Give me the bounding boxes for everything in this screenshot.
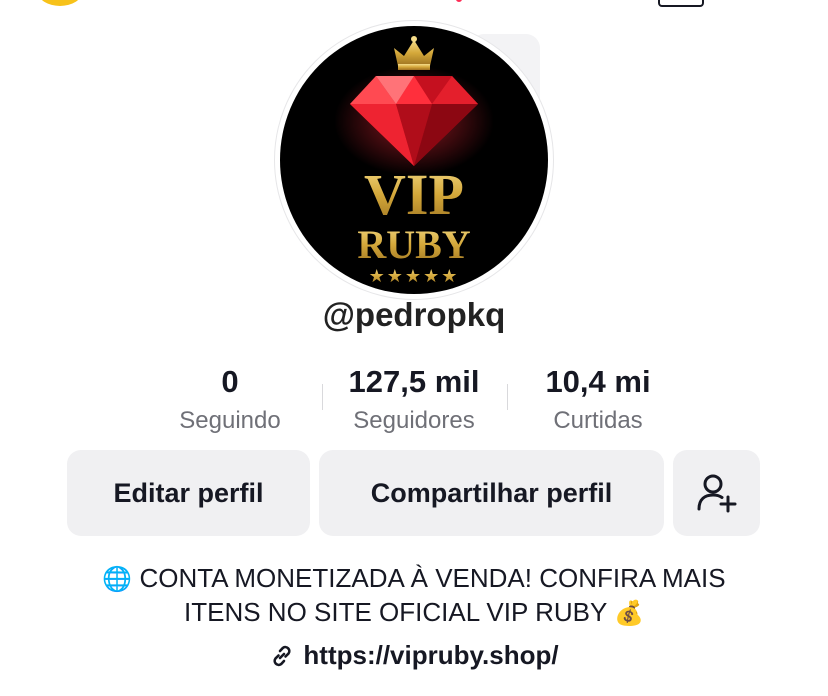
edit-profile-button[interactable]: Editar perfil (67, 450, 310, 536)
stat-followers-value: 127,5 mil (348, 364, 480, 399)
add-friend-button[interactable] (673, 450, 760, 536)
add-friend-icon (697, 474, 736, 513)
stat-following[interactable]: 0 Seguindo (150, 364, 310, 436)
stat-following-value: 0 (221, 364, 239, 399)
top-bar-partial-icon[interactable] (658, 0, 704, 7)
status-partial-badge (38, 0, 82, 6)
stat-likes-label: Curtidas (553, 407, 643, 434)
stat-divider (507, 384, 508, 410)
bio-line-2: ITENS NO SITE OFICIAL VIP RUBY 💰 (60, 596, 768, 630)
avatar[interactable]: VIP RUBY ★★★★★ (274, 20, 554, 300)
stat-following-label: Seguindo (179, 407, 281, 434)
crown-icon (394, 36, 434, 70)
stat-likes-value: 10,4 mi (545, 364, 651, 399)
stat-likes[interactable]: 10,4 mi Curtidas (520, 364, 676, 436)
vip-ruby-logo: VIP RUBY ★★★★★ (334, 36, 494, 287)
bio-line-1: 🌐 CONTA MONETIZADA À VENDA! CONFIRA MAIS (60, 562, 768, 596)
globe-icon: 🌐 (102, 566, 133, 593)
username: @pedropkq (322, 296, 506, 333)
stat-divider (322, 384, 323, 410)
notification-dot (456, 0, 462, 2)
profile-link-url[interactable]: https://vipruby.shop/ (303, 640, 558, 671)
share-profile-button[interactable]: Compartilhar perfil (319, 450, 664, 536)
stat-followers-label: Seguidores (353, 407, 475, 434)
money-bag-icon: 💰 (614, 600, 644, 627)
avatar-image: VIP RUBY ★★★★★ (280, 26, 548, 294)
logo-text-ruby: RUBY (357, 222, 470, 267)
link-icon (269, 643, 295, 669)
bio: 🌐 CONTA MONETIZADA À VENDA! CONFIRA MAIS… (60, 562, 768, 630)
bio-text-1: CONTA MONETIZADA À VENDA! CONFIRA MAIS (139, 563, 726, 593)
bio-text-2: ITENS NO SITE OFICIAL VIP RUBY (184, 597, 607, 627)
logo-stars: ★★★★★ (369, 266, 460, 287)
ruby-gem-icon (334, 66, 494, 176)
profile-link[interactable]: https://vipruby.shop/ (0, 640, 828, 671)
logo-text-vip: VIP (364, 162, 464, 227)
stat-followers[interactable]: 127,5 mil Seguidores (330, 364, 498, 436)
